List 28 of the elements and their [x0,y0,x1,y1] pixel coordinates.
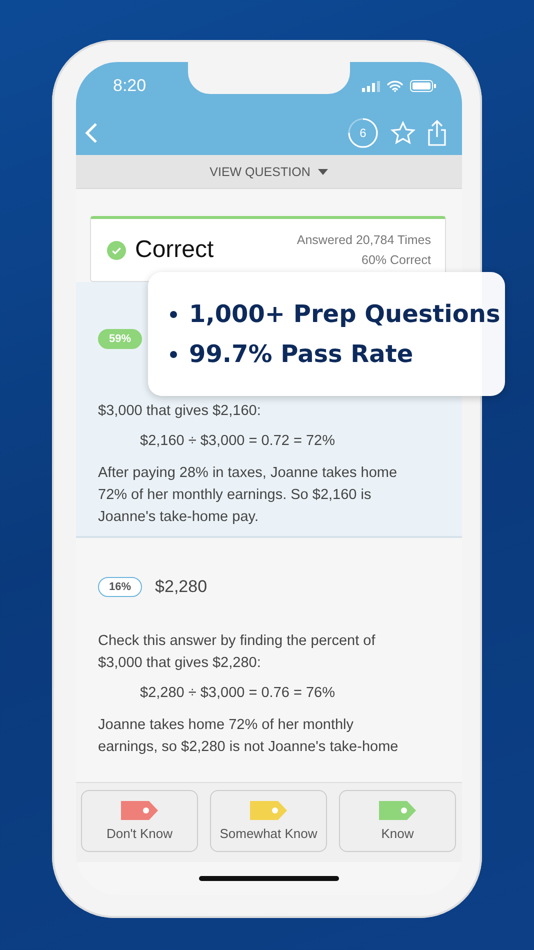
answered-count: Answered 20,784 Times [296,233,431,247]
share-icon[interactable] [426,118,448,146]
bullet-icon [170,310,177,318]
equation-text: $2,160 ÷ $3,000 = 0.72 = 72% [140,432,336,451]
percent-correct: 60% Correct [362,253,431,267]
caret-icon [318,168,328,174]
rating-button[interactable]: Know [339,790,456,852]
status-time: 8:20 [113,76,146,96]
explanation-text: After paying 28% in taxes, Joanne takes home 72% of her monthly earnings. So $2,160 is Joanne's take-home pay. [98,464,398,527]
percent-badge: 16% [98,577,142,597]
answer-amount: $2,280 [155,577,208,597]
check-circle-icon [107,240,126,260]
view-question-dropdown[interactable]: VIEW QUESTION [76,155,462,189]
star-icon[interactable] [390,120,416,146]
percent-badge: 59% [98,329,142,349]
check-text: $3,000 that gives $2,160: [98,402,262,421]
result-label: Correct [135,236,214,264]
bullet-icon [170,350,177,358]
check-text: Check this answer by finding the percent of $3,000 that gives $2,280: [98,632,376,673]
explanation-text: Joanne takes home 72% of her monthly earnings, so $2,280 is not Joanne's take-home [98,716,400,757]
feature-text: 99.7% Pass Rate [189,340,414,368]
battery-icon [410,80,436,92]
back-button[interactable] [84,122,98,144]
rating-button[interactable]: Somewhat Know [210,790,327,852]
equation-text: $2,280 ÷ $3,000 = 0.76 = 76% [140,684,336,703]
wifi-icon [387,80,403,92]
rating-button[interactable]: Don't Know [81,790,198,852]
signal-icon [362,80,380,92]
